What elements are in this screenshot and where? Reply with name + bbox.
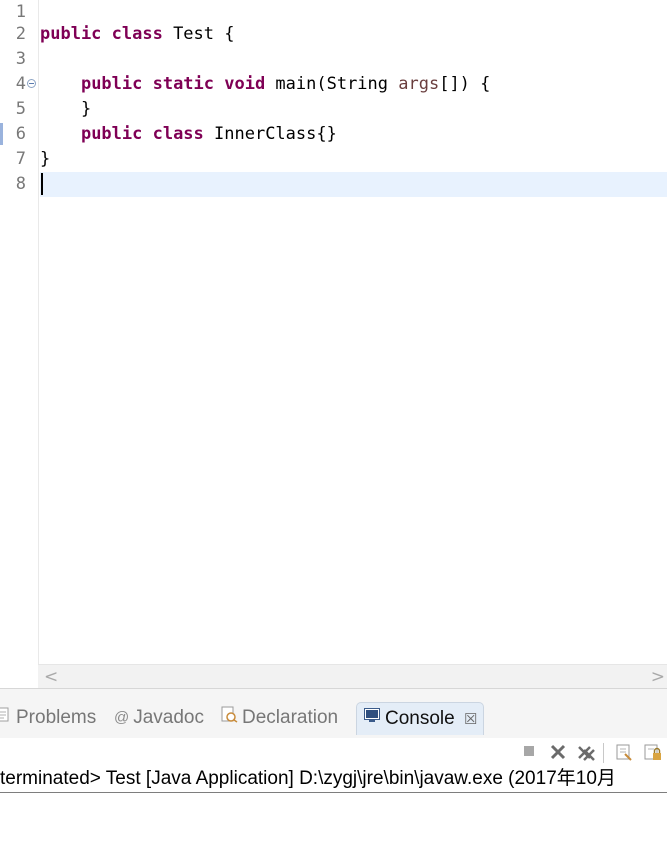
horizontal-scrollbar[interactable]: < > — [38, 664, 667, 689]
code-editor[interactable]: 1 2 3 4 5 6 7 8 public class Test { publ… — [0, 0, 667, 664]
line-number: 3 — [15, 49, 26, 69]
declaration-icon — [220, 702, 238, 734]
scroll-left-icon[interactable]: < — [44, 667, 58, 687]
keyword-token: public static void — [80, 74, 266, 94]
code-line-2[interactable]: public class Test { — [40, 22, 667, 47]
tab-console-label: Console — [385, 708, 455, 730]
line-number: 5 — [15, 99, 26, 119]
tab-problems-label: Problems — [16, 707, 97, 729]
tab-javadoc-label: Javadoc — [133, 707, 205, 729]
line-number: 4 — [15, 74, 26, 94]
line-number: 8 — [15, 174, 26, 194]
keyword-token: public class — [80, 124, 204, 144]
code-line-5[interactable]: } — [40, 97, 667, 122]
console-toolbar — [0, 738, 667, 768]
problems-icon — [0, 702, 12, 734]
console-icon — [363, 703, 381, 735]
line-number: 7 — [15, 149, 26, 169]
tab-problems[interactable]: Problems — [0, 702, 96, 734]
javadoc-icon: @ — [114, 709, 130, 726]
code-line-4[interactable]: public static void main(String args[]) { — [40, 72, 667, 97]
parameter-token: args — [398, 74, 440, 94]
code-token: main(String — [265, 74, 399, 94]
line-number: 2 — [15, 24, 26, 44]
stop-icon[interactable] — [519, 743, 539, 763]
console-output[interactable] — [0, 793, 667, 847]
console-status-label: terminated> Test [Java Application] D:\z… — [0, 768, 667, 793]
keyword-token: public class — [40, 24, 163, 44]
code-token: } — [40, 99, 92, 119]
code-line-3[interactable] — [40, 47, 667, 72]
scroll-lock-icon[interactable] — [643, 743, 663, 763]
line-number: 6 — [15, 124, 26, 144]
code-line-7[interactable]: } — [40, 147, 667, 172]
fold-collapse-icon[interactable] — [27, 79, 36, 88]
remove-all-icon[interactable] — [576, 743, 596, 763]
code-line-8[interactable] — [40, 172, 667, 197]
code-line-6[interactable]: public class InnerClass{} — [40, 122, 667, 147]
tab-declaration-label: Declaration — [242, 707, 339, 729]
line-number-ruler: 1 2 3 4 5 6 7 8 — [0, 0, 39, 664]
code-token: Test { — [162, 24, 235, 44]
clear-console-icon[interactable] — [614, 743, 634, 763]
close-tab-icon[interactable]: ☒ — [464, 711, 477, 728]
scroll-right-icon[interactable]: > — [651, 667, 665, 687]
remove-launch-icon[interactable] — [548, 743, 568, 763]
code-token: } — [40, 149, 51, 169]
tab-console[interactable]: Console ☒ — [356, 702, 485, 735]
toolbar-separator — [603, 743, 604, 763]
code-token: []) { — [439, 74, 491, 94]
tab-declaration[interactable]: Declaration — [220, 702, 338, 734]
code-token: InnerClass{} — [203, 124, 337, 144]
tab-javadoc[interactable]: @ Javadoc — [114, 702, 204, 734]
bottom-view-tabbar: Problems @ Javadoc Declaration Console ☒ — [0, 698, 667, 738]
text-caret — [41, 173, 43, 195]
